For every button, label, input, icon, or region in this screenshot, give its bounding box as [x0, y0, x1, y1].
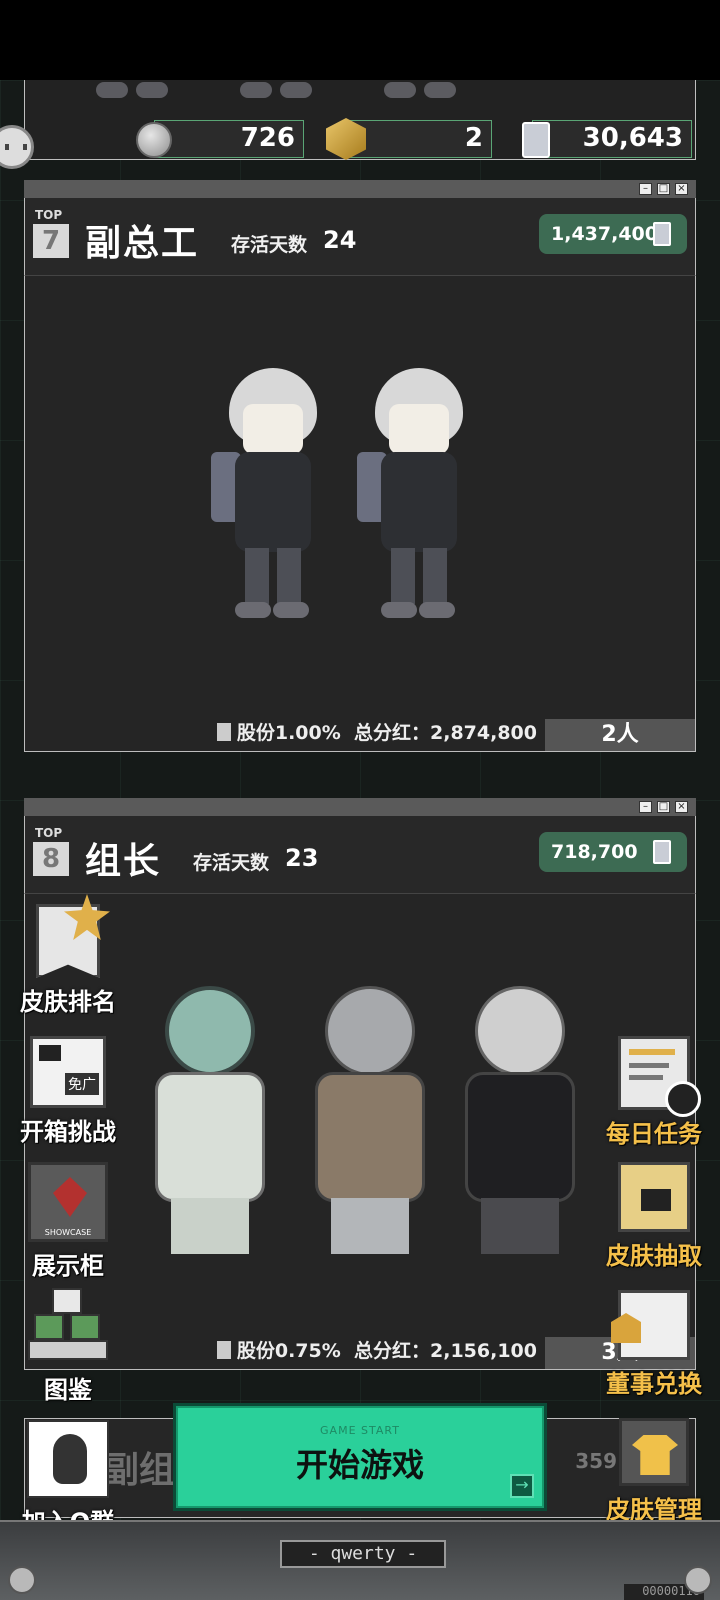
daily-task-button[interactable]: 每日任务: [592, 1036, 716, 1149]
character-feet: [240, 82, 320, 106]
status-bar: [0, 0, 720, 80]
rank-number: 7: [33, 224, 69, 258]
window-bar: – □ ×: [24, 798, 696, 816]
top-label: TOP: [35, 208, 63, 222]
start-game-button[interactable]: GAME START 开始游戏 →: [176, 1406, 544, 1508]
share-dividend-line: 股份1.00% 总分红：2,874,800: [216, 718, 537, 745]
total-dividend: 总分红：2,156,100: [354, 1340, 537, 1362]
rank-card-header: TOP 8 组长 存活天数 23 718,700: [24, 816, 696, 894]
exchange-bag-icon: [611, 1290, 690, 1360]
rank-card-body: 股份1.00% 总分红：2,874,800 2人: [24, 276, 696, 752]
clipboard-icon: [216, 723, 231, 741]
clipboard-icon: [216, 1341, 231, 1359]
video-box-icon: 免广: [30, 1036, 106, 1108]
share-percent: 股份1.00%: [236, 722, 341, 744]
minimize-icon[interactable]: –: [639, 183, 652, 195]
close-icon[interactable]: ×: [675, 183, 688, 195]
skin-draw-box-icon: [618, 1162, 690, 1232]
rank-title: 组长: [85, 841, 162, 882]
rank-card-7: – □ × TOP 7 副总工 存活天数 24 1,437,400 股份1.00…: [24, 180, 696, 752]
skin-draw-button[interactable]: 皮肤抽取: [592, 1162, 716, 1271]
menu-label: 董事兑换: [606, 1370, 702, 1398]
maximize-icon[interactable]: □: [657, 801, 670, 813]
showcase-caption: SHOWCASE: [44, 1228, 92, 1237]
showcase-icon: SHOWCASE: [28, 1162, 108, 1242]
skin-card-icon: [522, 122, 550, 158]
skin-card-value: 30,643: [582, 123, 683, 153]
bottom-console: - qwerty - 00000116: [0, 1520, 720, 1600]
character-sprite[interactable]: [135, 986, 285, 1266]
character-sprite[interactable]: [357, 368, 477, 628]
showcase-button[interactable]: SHOWCASE 展示柜: [8, 1162, 128, 1281]
character-sprite[interactable]: [211, 368, 331, 628]
qq-penguin-icon: [27, 1420, 109, 1498]
survive-days-label: 存活天数: [231, 234, 308, 256]
rank-number: 8: [33, 842, 69, 876]
prize-pill: 718,700: [539, 832, 687, 872]
shirt-scissors-icon: [619, 1418, 689, 1486]
prize-value: 718,700: [551, 841, 638, 863]
menu-label: 每日任务: [606, 1120, 702, 1148]
menu-label: 开箱挑战: [20, 1118, 116, 1146]
screw-icon: [684, 1566, 712, 1594]
gold-badge-value: 2: [464, 123, 483, 153]
task-list-icon: [618, 1036, 701, 1117]
rank-title: 副总工: [85, 223, 200, 264]
start-game-subtitle: GAME START: [320, 1424, 400, 1437]
unbox-challenge-button[interactable]: 免广 开箱挑战: [8, 1036, 128, 1147]
menu-label: 皮肤排名: [20, 988, 116, 1016]
skin-management-button[interactable]: 皮肤管理: [592, 1418, 716, 1525]
silver-coin-counter: 726: [154, 120, 304, 158]
menu-label: 图鉴: [44, 1376, 92, 1404]
console-nameplate: - qwerty -: [280, 1540, 446, 1568]
start-game-label: 开始游戏: [295, 1446, 424, 1484]
prize-value: 1,437,400: [551, 223, 658, 245]
screw-icon: [8, 1566, 36, 1594]
skin-card-counter: 30,643: [532, 120, 692, 158]
share-percent: 股份0.75%: [236, 1340, 341, 1362]
survive-days-value: 23: [285, 844, 319, 872]
window-bar: – □ ×: [24, 180, 696, 198]
director-exchange-button[interactable]: 董事兑换: [592, 1290, 716, 1399]
character-feet: [96, 82, 176, 106]
character-sprite[interactable]: [445, 986, 595, 1266]
survive-days-label: 存活天数: [193, 852, 270, 874]
ad-free-badge: 免广: [65, 1073, 99, 1095]
check-icon: [665, 1081, 701, 1117]
close-icon[interactable]: ×: [675, 801, 688, 813]
menu-label: 展示柜: [32, 1252, 104, 1280]
minimize-icon[interactable]: –: [639, 801, 652, 813]
people-count: 2人: [545, 719, 695, 751]
silver-coin-value: 726: [240, 123, 295, 153]
survive-days-value: 24: [323, 226, 357, 254]
character-sprite[interactable]: [295, 986, 445, 1266]
maximize-icon[interactable]: □: [657, 183, 670, 195]
menu-label: 皮肤抽取: [606, 1242, 702, 1270]
silver-coin-icon: [136, 122, 172, 158]
prize-pill: 1,437,400: [539, 214, 687, 254]
skin-card-icon: [653, 840, 671, 864]
top-label: TOP: [35, 826, 63, 840]
collection-button[interactable]: 图鉴: [8, 1288, 128, 1405]
arrow-right-icon: →: [510, 1474, 534, 1498]
rank-card-header: TOP 7 副总工 存活天数 24 1,437,400: [24, 198, 696, 276]
skin-card-icon: [653, 222, 671, 246]
total-dividend: 总分红：2,874,800: [354, 722, 537, 744]
skin-ranking-button[interactable]: 皮肤排名: [8, 904, 128, 1017]
cubes-icon: [28, 1288, 108, 1366]
character-feet: [384, 82, 464, 106]
share-dividend-line: 股份0.75% 总分红：2,156,100: [216, 1336, 537, 1363]
